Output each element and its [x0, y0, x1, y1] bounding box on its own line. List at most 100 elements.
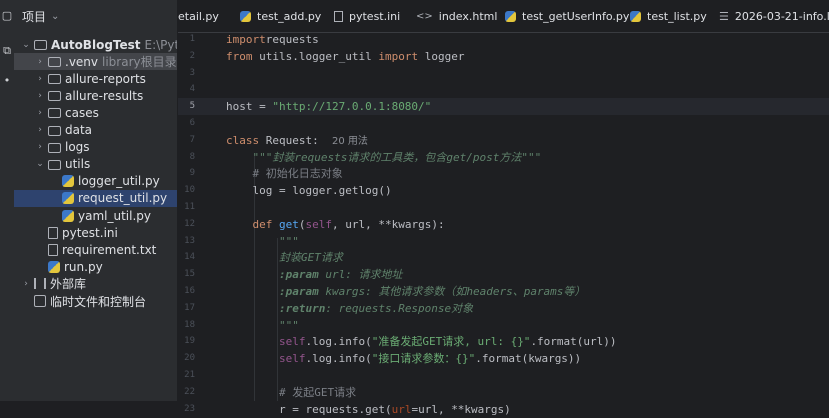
code-line[interactable]: 12 def get(self, url, **kwargs): [178, 216, 829, 233]
code-line[interactable]: 4 [178, 81, 829, 98]
code-token: "准备发起GET请求, url: {}" [371, 335, 531, 349]
library-icon [34, 278, 46, 290]
editor-tab[interactable]: test_add.py [240, 0, 321, 32]
chevron-right-icon[interactable]: › [34, 74, 46, 84]
folder-icon [48, 91, 61, 102]
tree-item[interactable]: › .venv library根目录 [14, 53, 177, 71]
chevron-right-icon[interactable]: › [34, 108, 46, 118]
chevron-right-icon[interactable]: › [34, 57, 46, 67]
code-token: self [278, 335, 306, 349]
editor-tab-label: test_list.py [647, 9, 707, 23]
code-line[interactable]: 21 [178, 367, 829, 384]
tree-item[interactable]: › allure-reports [14, 70, 177, 87]
chevron-right-icon[interactable]: › [34, 125, 46, 135]
code-line[interactable]: 19 self.log.info("准备发起GET请求, url: {}".fo… [178, 333, 829, 350]
code-editor[interactable]: 1 importrequests 2 from utils.logger_util i… [178, 31, 829, 416]
code-token: kwargs: 其他请求参数（如headers、params等） [318, 285, 586, 298]
project-panel: 项目 ⌄ ⌄ AutoBlogTestE:\Python_Auto › .venvli… [14, 0, 178, 401]
chevron-down-icon[interactable]: ⌄ [51, 11, 59, 22]
chevron-right-icon[interactable]: › [20, 279, 32, 289]
tree-item-label: logger_util.py [78, 174, 160, 189]
structure-tool-window-icon[interactable]: ⧉ [1, 45, 13, 57]
line-number: 23 [184, 403, 195, 414]
editor-tab-label: etail.py [178, 9, 219, 23]
code-line[interactable]: 1 importrequests [178, 31, 829, 48]
code-line[interactable]: 8 """封装requests请求的工具类，包含get/post方法""" [178, 149, 829, 166]
tree-item[interactable]: yaml_util.py [14, 207, 177, 224]
tree-item-label: allure-results [65, 88, 144, 103]
code-token: 封装GET请求 [278, 251, 343, 265]
code-token: """ [278, 318, 299, 332]
code-text: from utils.logger_util import logger [226, 48, 464, 65]
code-line[interactable]: 7 class Request: 20 用法 [178, 132, 829, 149]
code-line[interactable]: 15 :param url: 请求地址 [178, 266, 829, 283]
code-text: def get(self, url, **kwargs): [226, 216, 445, 233]
python-file-icon [62, 175, 74, 188]
editor-tab[interactable]: test_list.py [630, 0, 707, 32]
line-number: 15 [184, 269, 195, 280]
code-line[interactable]: 17 :return: requests.Response对象 [178, 300, 829, 317]
code-line[interactable]: 11 [178, 199, 829, 216]
tree-item[interactable]: requirement.txt [14, 241, 177, 258]
code-line[interactable]: 6 [178, 115, 829, 132]
line-number: 7 [189, 134, 195, 145]
editor-tab[interactable]: test_getUserInfo.py [505, 0, 629, 32]
tree-item[interactable]: logger_util.py [14, 173, 177, 190]
scratch-icon [34, 295, 46, 307]
editor-tabs: etail.py test_add.py pytest.ini <> index.htm… [178, 0, 829, 33]
code-line[interactable]: 5 host = "http://127.0.0.1:8080/" [178, 98, 829, 116]
ini-file-icon [48, 226, 58, 239]
python-file-icon [62, 209, 74, 222]
text-file-icon [48, 243, 58, 256]
code-line[interactable]: 10 log = logger.getlog() [178, 182, 829, 199]
tree-item[interactable]: › logs [14, 139, 177, 156]
tree-item[interactable]: › 外部库 [14, 275, 177, 292]
tree-item[interactable]: 临时文件和控制台 [14, 293, 177, 310]
code-line[interactable]: 18 """ [178, 317, 829, 334]
chevron-right-icon[interactable]: › [34, 142, 46, 152]
project-panel-title: 项目 [22, 9, 47, 24]
tree-item-path-hint: library根目录 [102, 55, 177, 70]
chevron-down-icon[interactable]: ⌄ [34, 159, 46, 169]
tree-item[interactable]: request_util.py [14, 189, 177, 207]
project-panel-header[interactable]: 项目 ⌄ [14, 0, 177, 32]
editor-tab[interactable]: <> index.html [416, 0, 497, 32]
editor-tab[interactable]: pytest.ini [334, 0, 400, 32]
line-number: 3 [189, 67, 195, 78]
project-tool-window-icon[interactable]: ▢ [1, 10, 13, 22]
code-line[interactable]: 23 r = requests.get(url=url, **kwargs) [178, 401, 829, 418]
tree-item[interactable]: › cases [14, 104, 177, 121]
tree-item[interactable]: ⌄ utils [14, 156, 177, 173]
code-line[interactable]: 20 self.log.info("接口请求参数：{}".format(kwar… [178, 350, 829, 367]
code-line[interactable]: 9 # 初始化日志对象 [178, 165, 829, 182]
code-line[interactable]: 3 [178, 65, 829, 82]
code-line[interactable]: 14 封装GET请求 [178, 249, 829, 266]
tree-item-label: 外部库 [50, 277, 87, 292]
code-text: :return: requests.Response对象 [226, 300, 473, 317]
line-number: 22 [184, 386, 195, 397]
chevron-right-icon[interactable]: › [34, 91, 46, 101]
code-token: logger [418, 49, 465, 63]
tree-item[interactable]: ⌄ AutoBlogTestE:\Python_Auto [14, 36, 177, 53]
log-lines-icon: ☰ [719, 9, 729, 23]
code-token: import [226, 33, 266, 46]
chevron-down-icon[interactable]: ⌄ [20, 40, 32, 50]
tree-item[interactable]: run.py [14, 258, 177, 275]
tree-item[interactable]: › allure-results [14, 87, 177, 104]
folder-icon [48, 57, 61, 68]
code-text: # 发起GET请求 [226, 384, 356, 401]
more-tools-icon[interactable]: • [1, 75, 13, 87]
tree-item[interactable]: › data [14, 122, 177, 139]
code-line[interactable]: 22 # 发起GET请求 [178, 384, 829, 401]
editor-tab[interactable]: etail.py [178, 0, 219, 32]
tree-item[interactable]: pytest.ini [14, 224, 177, 241]
code-line[interactable]: 16 :param kwargs: 其他请求参数（如headers、params… [178, 283, 829, 300]
code-line[interactable]: 13 """ [178, 233, 829, 250]
editor-tab[interactable]: ☰ 2026-03-21-info.log [719, 0, 829, 32]
code-line[interactable]: 2 from utils.logger_util import logger [178, 48, 829, 65]
